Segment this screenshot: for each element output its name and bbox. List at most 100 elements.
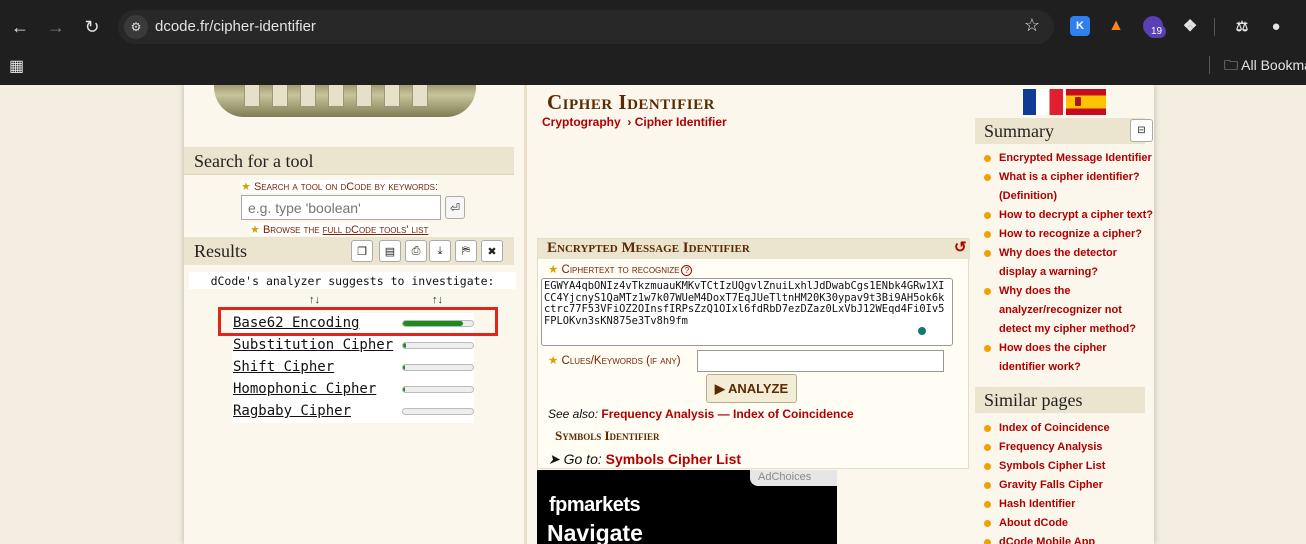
all-bookmarks-folder[interactable]: 🗀 All Bookmarks [1224, 55, 1306, 79]
browse-tools-label: ★ Browse the full dCode tools' list [250, 223, 429, 236]
link-symbols-cipher-list[interactable]: Symbols Cipher List [606, 451, 741, 467]
similar-page-item[interactable]: Symbols Cipher List [984, 457, 1156, 476]
clues-input[interactable] [697, 350, 944, 372]
result-row[interactable]: Ragbaby Cipher [232, 401, 474, 423]
search-input[interactable] [241, 195, 441, 220]
search-keywords-label: ★ Search a tool on dCode by keywords: [241, 180, 439, 193]
export-results-button[interactable]: ▤ [379, 240, 401, 262]
dcode-logo-image[interactable] [214, 85, 476, 117]
summary-item[interactable]: Why does the analyzer/recognizer not det… [984, 282, 1156, 339]
result-row[interactable]: Base62 Encoding [232, 313, 474, 335]
spanish-flag-icon[interactable] [1066, 89, 1106, 115]
ciphertext-input[interactable]: EGWYA4qbONIz4vTkzmuauKMKvTCtIzUQgvlZnuiL… [541, 278, 953, 346]
similar-pages-list: Index of Coincidence Frequency Analysis … [984, 419, 1156, 544]
result-row[interactable]: Shift Cipher [232, 357, 474, 379]
similar-page-item[interactable]: Gravity Falls Cipher [984, 476, 1156, 495]
breadcrumb-cryptography[interactable]: Cryptography [542, 115, 621, 129]
summary-item[interactable]: Why does the detector display a warning? [984, 244, 1156, 282]
similar-page-item[interactable]: Hash Identifier [984, 495, 1156, 514]
result-name[interactable]: Shift Cipher [233, 359, 334, 375]
result-score-bar [402, 364, 474, 371]
summary-item[interactable]: How to decrypt a cipher text? [984, 206, 1156, 225]
search-keywords-text: Search a tool on dCode by keywords: [253, 181, 439, 193]
all-bookmarks-label: All Bookmarks [1241, 57, 1306, 73]
reset-tool-icon[interactable]: ↺ [954, 238, 967, 256]
clues-label-text: Clues/Keywords (if any) [561, 355, 681, 367]
ciphertext-label: ★ Ciphertext to recognize? [548, 262, 693, 276]
result-score-bar [402, 320, 474, 327]
bookmark-star-icon[interactable]: ☆ [1024, 15, 1040, 36]
help-icon[interactable]: ? [681, 265, 693, 276]
bookmarks-bar: ▦ 🗀 All Bookmarks [0, 48, 1306, 85]
results-sort-row: ↑↓ ↑↓ [232, 294, 474, 308]
copy-results-button[interactable]: ❐ [351, 240, 373, 262]
similar-pages-title: Similar pages [975, 387, 1145, 413]
sort-score-icon[interactable]: ↑↓ [432, 294, 443, 306]
goto-label: ➤ Go to: [548, 451, 602, 467]
pin-results-button[interactable]: ⛿ [455, 240, 477, 262]
analyzer-suggest-text: dCode's analyzer suggests to investigate… [189, 272, 516, 289]
browse-tools-link[interactable]: full dCode tools' list [323, 224, 429, 236]
link-index-of-coincidence[interactable]: Index of Coincidence [733, 407, 854, 421]
result-name[interactable]: Substitution Cipher [233, 337, 393, 353]
see-also-label: See also: [548, 407, 599, 421]
summary-item[interactable]: What is a cipher identifier? (Definition… [984, 168, 1156, 206]
close-results-button[interactable]: ✖ [481, 240, 503, 262]
labs-flask-icon[interactable]: ⚖ [1232, 16, 1252, 36]
ad-headline: Navigate [547, 520, 643, 544]
collapse-summary-button[interactable]: ⊟ [1130, 119, 1153, 142]
site-info-icon[interactable]: ⚙ [124, 15, 148, 39]
result-score-bar [402, 408, 474, 415]
analyze-button[interactable]: ▶ ANALYZE [706, 374, 797, 403]
result-row[interactable]: Substitution Cipher [232, 335, 474, 357]
forward-icon[interactable]: → [42, 13, 70, 41]
result-name[interactable]: Homophonic Cipher [233, 381, 376, 397]
star-icon: ★ [548, 264, 559, 276]
tool-panel-title: Encrypted Message Identifier [538, 239, 970, 259]
star-icon: ★ [250, 224, 260, 236]
page-content: Search for a tool ★ Search a tool on dCo… [0, 85, 1306, 544]
profile-icon[interactable]: ● [1266, 16, 1286, 36]
extension-k-icon[interactable]: K [1070, 16, 1090, 36]
result-name[interactable]: Ragbaby Cipher [233, 403, 351, 419]
similar-page-item[interactable]: Frequency Analysis [984, 438, 1156, 457]
result-row[interactable]: Homophonic Cipher [232, 379, 474, 401]
summary-item[interactable]: How does the cipher identifier work? [984, 339, 1156, 377]
star-icon: ★ [548, 355, 559, 367]
link-frequency-analysis[interactable]: Frequency Analysis [601, 407, 714, 421]
symbols-identifier-title: Symbols Identifier [555, 428, 660, 443]
reload-icon[interactable]: ↻ [78, 13, 106, 41]
sort-name-icon[interactable]: ↑↓ [309, 294, 320, 306]
ad-brand: fpmarkets [549, 494, 641, 516]
result-score-fill [403, 365, 406, 370]
summary-item[interactable]: How to recognize a cipher? [984, 225, 1156, 244]
back-icon[interactable]: ← [6, 13, 34, 41]
summary-item[interactable]: Encrypted Message Identifier [984, 149, 1156, 168]
search-submit-button[interactable]: ⏎ [445, 196, 465, 219]
similar-page-item[interactable]: dCode Mobile App [984, 533, 1156, 544]
address-bar[interactable]: ⚙ dcode.fr/cipher-identifier ☆ [118, 10, 1054, 44]
advertisement[interactable]: AdChoices fpmarkets Navigate [537, 470, 837, 544]
grammarly-icon[interactable] [918, 327, 926, 335]
similar-page-item[interactable]: About dCode [984, 514, 1156, 533]
adchoices-label[interactable]: AdChoices [750, 470, 837, 486]
print-results-button[interactable]: ⎙ [405, 240, 427, 262]
url-text[interactable]: dcode.fr/cipher-identifier [155, 18, 316, 35]
extensions-puzzle-icon[interactable]: ❖ [1180, 16, 1200, 36]
toolbar-separator [1214, 18, 1215, 36]
metamask-fox-icon[interactable]: ▲ [1106, 16, 1126, 36]
result-score-bar [402, 342, 474, 349]
result-score-fill [403, 343, 406, 348]
result-name[interactable]: Base62 Encoding [233, 315, 359, 331]
french-flag-icon[interactable] [1023, 89, 1063, 115]
clues-label: ★ Clues/Keywords (if any) [548, 353, 681, 367]
apps-grid-icon[interactable]: ▦ [9, 56, 24, 76]
see-also-separator: — [717, 407, 730, 421]
result-score-fill [403, 321, 464, 326]
download-results-button[interactable]: ⤓ [429, 240, 451, 262]
see-also: See also: Frequency Analysis — Index of … [548, 407, 854, 421]
breadcrumb-cipher-identifier[interactable]: › Cipher Identifier [627, 115, 726, 129]
browser-chrome: ← → ↻ ⚙ dcode.fr/cipher-identifier ☆ K ▲… [0, 0, 1306, 85]
similar-page-item[interactable]: Index of Coincidence [984, 419, 1156, 438]
summary-list: Encrypted Message Identifier What is a c… [984, 149, 1156, 377]
